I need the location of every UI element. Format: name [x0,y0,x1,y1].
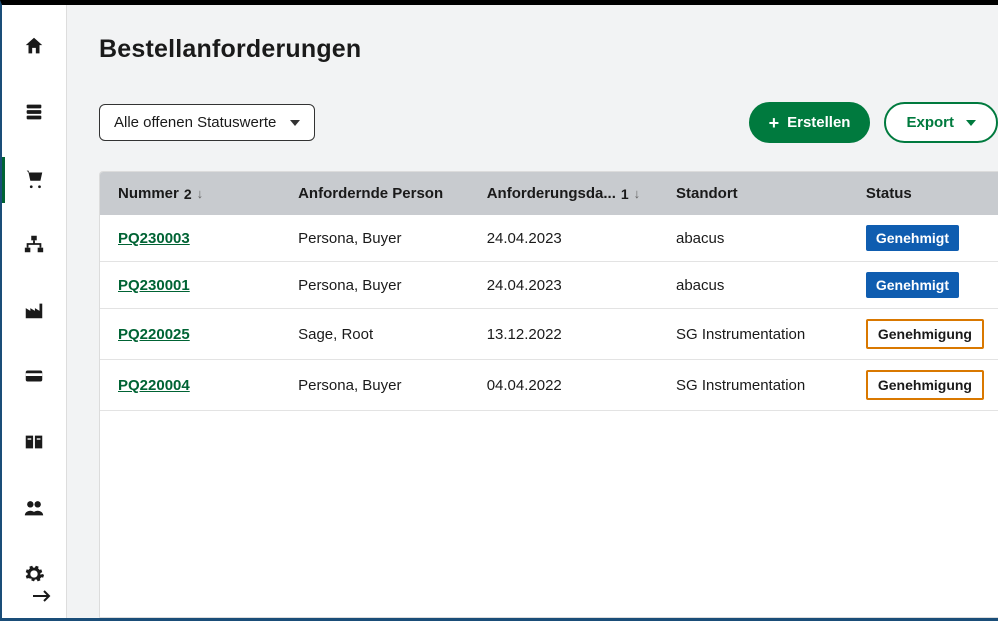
table-row: PQ220025 Sage, Root 13.12.2022 SG Instru… [100,309,998,360]
create-button[interactable]: + Erstellen [749,102,871,143]
cell-standort: SG Instrumentation [662,309,852,360]
sidebar-item-home[interactable] [2,33,66,63]
sitemap-icon [23,233,45,260]
toolbar: Alle offenen Statuswerte + Erstellen Exp… [99,102,998,143]
factory-icon [23,299,45,326]
requisition-link[interactable]: PQ220004 [118,377,190,394]
requisition-link[interactable]: PQ220025 [118,326,190,343]
column-header-status[interactable]: Status [852,172,998,215]
plus-icon: + [769,114,780,132]
sidebar-item-card[interactable] [2,363,66,393]
column-header-nummer[interactable]: Nummer 2 ↓ [100,172,284,215]
status-badge: Genehmigung [866,319,984,349]
cell-standort: abacus [662,262,852,309]
gear-icon [23,563,45,590]
table-row: PQ230001 Persona, Buyer 24.04.2023 abacu… [100,262,998,309]
caret-down-icon [966,120,976,126]
toolbar-actions: + Erstellen Export [749,102,998,143]
requisition-link[interactable]: PQ230001 [118,277,190,294]
table-body: PQ230003 Persona, Buyer 24.04.2023 abacu… [100,215,998,411]
requisition-link[interactable]: PQ230003 [118,230,190,247]
table-row: PQ220004 Persona, Buyer 04.04.2022 SG In… [100,360,998,411]
sidebar [2,5,67,618]
sort-down-icon: ↓ [197,186,204,201]
arrow-right-icon [30,592,54,609]
sidebar-expand-toggle[interactable] [30,587,54,610]
book-icon [23,431,45,458]
table-row: PQ230003 Persona, Buyer 24.04.2023 abacu… [100,215,998,262]
people-icon [23,497,45,524]
main-content: Bestellanforderungen Alle offenen Status… [67,5,998,618]
sidebar-item-shop[interactable] [2,165,66,195]
sidebar-item-factory[interactable] [2,297,66,327]
cell-standort: SG Instrumentation [662,360,852,411]
caret-down-icon [290,120,300,126]
column-header-person[interactable]: Anfordernde Person [284,172,473,215]
cell-datum: 13.12.2022 [473,309,662,360]
requisitions-table: Nummer 2 ↓ Anfordernde Person Anforderun… [100,172,998,411]
sidebar-item-data[interactable] [2,99,66,129]
status-filter-label: Alle offenen Statuswerte [114,114,276,131]
cell-person: Persona, Buyer [284,360,473,411]
status-badge: Genehmigt [866,272,959,298]
sidebar-item-book[interactable] [2,429,66,459]
cell-datum: 24.04.2023 [473,215,662,262]
column-header-standort[interactable]: Standort [662,172,852,215]
cell-person: Persona, Buyer [284,215,473,262]
cart-icon [23,167,45,194]
export-button[interactable]: Export [884,102,998,143]
sidebar-item-org[interactable] [2,231,66,261]
sort-down-icon: ↓ [634,186,641,201]
cell-person: Sage, Root [284,309,473,360]
page-title: Bestellanforderungen [99,35,998,64]
card-icon [23,365,45,392]
cell-standort: abacus [662,215,852,262]
export-button-label: Export [906,114,954,131]
home-icon [23,35,45,62]
create-button-label: Erstellen [787,114,850,131]
stack-icon [23,101,45,128]
column-header-datum[interactable]: Anforderungsda... 1 ↓ [473,172,662,215]
data-table-container: Nummer 2 ↓ Anfordernde Person Anforderun… [99,171,998,618]
cell-person: Persona, Buyer [284,262,473,309]
status-badge: Genehmigung [866,370,984,400]
sidebar-item-people[interactable] [2,495,66,525]
cell-datum: 04.04.2022 [473,360,662,411]
status-filter-select[interactable]: Alle offenen Statuswerte [99,104,315,141]
cell-datum: 24.04.2023 [473,262,662,309]
status-badge: Genehmigt [866,225,959,251]
